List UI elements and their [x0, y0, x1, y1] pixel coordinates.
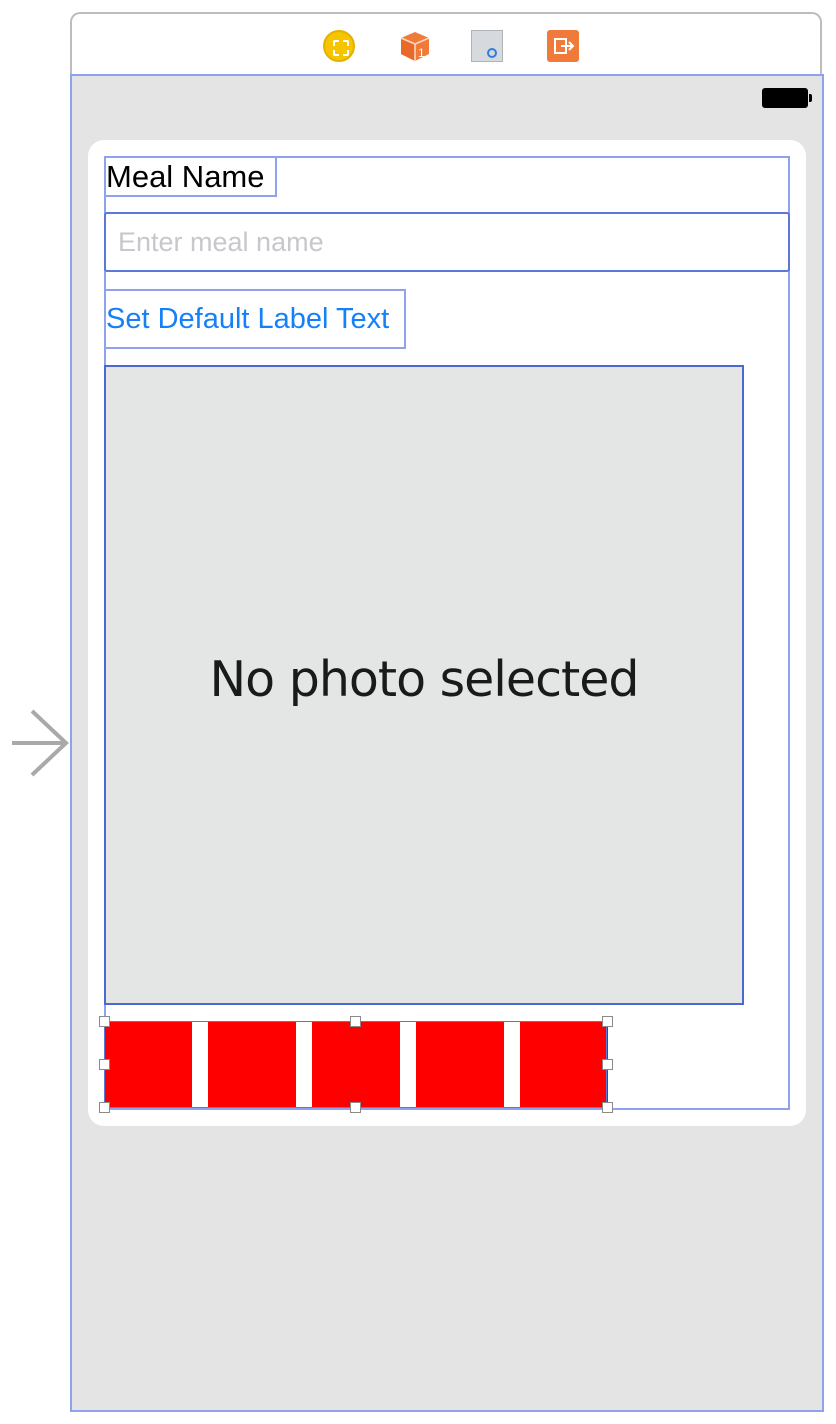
set-default-label-text-button[interactable]: Set Default Label Text: [104, 289, 406, 349]
rating-selection-outline: [104, 1021, 607, 1108]
resize-handle[interactable]: [99, 1059, 110, 1070]
resize-handle[interactable]: [602, 1016, 613, 1027]
initial-view-controller-arrow-icon: [12, 709, 69, 777]
resize-handle[interactable]: [602, 1059, 613, 1070]
rating-control[interactable]: [99, 1016, 613, 1113]
first-responder-icon[interactable]: 1: [399, 30, 431, 62]
resize-handle[interactable]: [602, 1102, 613, 1113]
battery-icon: [762, 88, 812, 108]
resize-handle[interactable]: [350, 1102, 361, 1113]
view-controller-icon[interactable]: [323, 30, 355, 62]
resize-handle[interactable]: [99, 1016, 110, 1027]
exit-icon[interactable]: [547, 30, 579, 62]
scene-dock: 1: [70, 12, 822, 74]
no-photo-placeholder: No photo selected: [209, 651, 640, 708]
first-responder-badge: 1: [418, 46, 425, 60]
meal-name-field-container: [104, 212, 790, 272]
resize-handle[interactable]: [350, 1016, 361, 1027]
photo-image-view[interactable]: No photo selected: [104, 365, 744, 1005]
meal-name-label: Meal Name: [104, 156, 277, 197]
resize-handle[interactable]: [99, 1102, 110, 1113]
view-icon[interactable]: [471, 30, 503, 62]
meal-name-field[interactable]: [106, 214, 788, 270]
